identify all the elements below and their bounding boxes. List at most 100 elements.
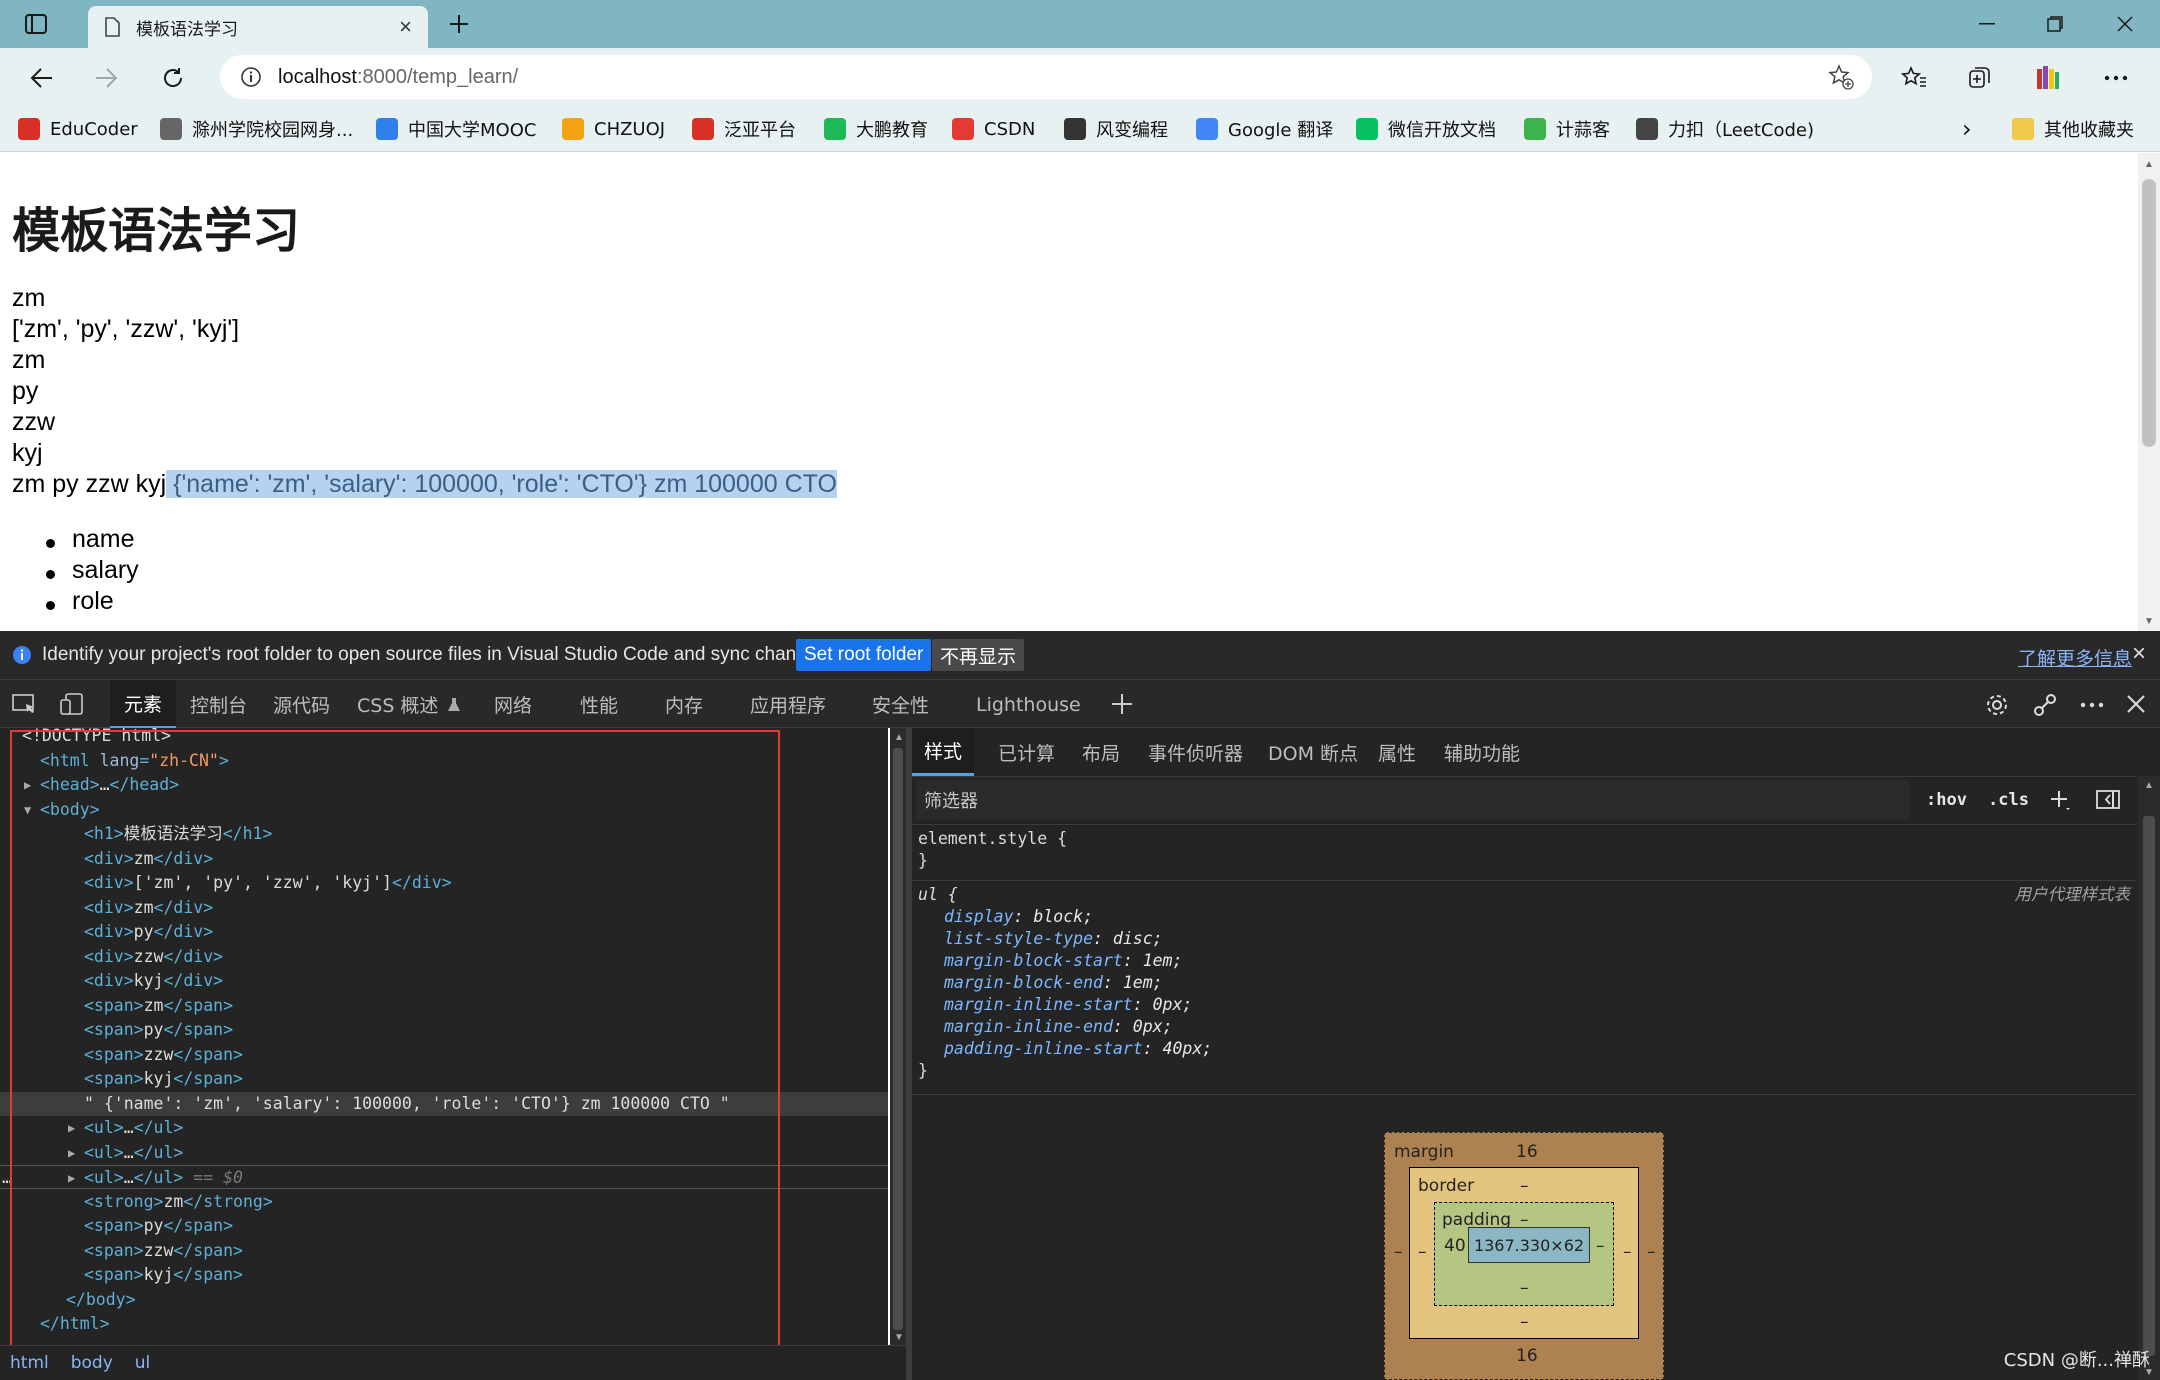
css-declaration[interactable]: margin-block-end: 1em; — [944, 972, 1163, 994]
dom-node[interactable]: ▶ <ul>…</ul> == $0… — [0, 1165, 888, 1189]
dom-node[interactable]: <div>zm</div> — [0, 896, 888, 920]
expand-arrow-icon[interactable]: ▶ — [68, 1166, 75, 1190]
tab-performance[interactable]: 性能 — [580, 680, 618, 729]
breadcrumb-ul[interactable]: ul — [135, 1353, 151, 1373]
dom-node[interactable]: ▶ <ul>…</ul> — [0, 1116, 888, 1140]
dom-node[interactable]: </html> — [0, 1312, 888, 1336]
collapse-arrow-icon[interactable]: ▼ — [24, 798, 31, 822]
border-top-value[interactable]: – — [1520, 1176, 1529, 1196]
page-scrollbar-thumb[interactable] — [2142, 179, 2156, 447]
rule-origin[interactable]: 用户代理样式表 — [1738, 884, 2131, 906]
margin-bottom-value[interactable]: 16 — [1516, 1346, 1538, 1366]
toggle-sidebar-icon[interactable] — [2096, 780, 2120, 820]
collections-button[interactable] — [1960, 58, 2000, 98]
refresh-button[interactable] — [153, 58, 193, 98]
margin-left-value[interactable]: – — [1394, 1242, 1403, 1262]
element-style-selector[interactable]: element.style { — [918, 828, 1067, 850]
hov-toggle[interactable]: :hov — [1926, 780, 1967, 820]
info-icon[interactable] — [240, 66, 262, 88]
favorite-item[interactable]: CHZUOJ — [562, 106, 665, 152]
padding-left-value[interactable]: 40 — [1444, 1236, 1466, 1256]
set-root-folder-button[interactable]: Set root folder — [796, 639, 932, 671]
minimize-button[interactable] — [1964, 8, 2010, 40]
page-scrollbar[interactable]: ▲ ▼ — [2138, 153, 2160, 631]
tab-computed[interactable]: 已计算 — [998, 728, 1055, 776]
browser-tab[interactable]: 模板语法学习 × — [88, 6, 428, 48]
tab-sources[interactable]: 源代码 — [273, 680, 330, 729]
favorite-item[interactable]: 大鹏教育 — [824, 106, 928, 152]
margin-top-value[interactable]: 16 — [1516, 1142, 1538, 1162]
dom-node[interactable]: <!DOCTYPE html> — [0, 728, 888, 748]
new-tab-button[interactable] — [436, 8, 482, 40]
tab-lighthouse[interactable]: Lighthouse — [976, 680, 1081, 729]
settings-gear-icon[interactable] — [1984, 692, 2010, 718]
close-window-button[interactable] — [2102, 8, 2148, 40]
back-button[interactable] — [22, 58, 62, 98]
border-left-value[interactable]: – — [1418, 1242, 1427, 1262]
cls-toggle[interactable]: .cls — [1988, 780, 2029, 820]
tab-properties[interactable]: 属性 — [1378, 728, 1416, 776]
dom-node[interactable]: <strong>zm</strong> — [0, 1190, 888, 1214]
tab-security[interactable]: 安全性 — [872, 680, 929, 729]
tab-layout[interactable]: 布局 — [1082, 728, 1120, 776]
favorite-item[interactable]: 风变编程 — [1064, 106, 1168, 152]
box-model-content[interactable]: 1367.330×62 — [1468, 1227, 1590, 1263]
tab-event-listeners[interactable]: 事件侦听器 — [1148, 728, 1243, 776]
close-devtools-icon[interactable] — [2126, 694, 2146, 714]
border-bottom-value[interactable]: – — [1520, 1312, 1529, 1332]
inspect-element-icon[interactable] — [12, 692, 38, 716]
dom-node[interactable]: <span>zzw</span> — [0, 1043, 888, 1067]
tab-elements[interactable]: 元素 — [110, 680, 177, 729]
dom-node[interactable]: <div>['zm', 'py', 'zzw', 'kyj']</div> — [0, 871, 888, 895]
favorite-item[interactable]: 泛亚平台 — [692, 106, 796, 152]
dom-node[interactable]: <html lang="zh-CN"> — [0, 749, 888, 773]
devtools-more-icon[interactable] — [2080, 702, 2104, 708]
expand-arrow-icon[interactable]: ▶ — [68, 1141, 75, 1165]
dom-node[interactable]: <span>kyj</span> — [0, 1263, 888, 1287]
tab-actions-icon[interactable] — [14, 8, 58, 40]
more-tools-icon[interactable] — [1110, 692, 1134, 716]
padding-bottom-value[interactable]: – — [1520, 1278, 1529, 1298]
dom-node[interactable]: <div>py</div> — [0, 920, 888, 944]
dont-show-again-button[interactable]: 不再显示 — [932, 639, 1025, 671]
tab-memory[interactable]: 内存 — [665, 680, 703, 729]
styles-scrollbar[interactable]: ▲ ▼ — [2138, 776, 2160, 1380]
dom-node[interactable]: <span>kyj</span> — [0, 1067, 888, 1091]
address-bar[interactable]: localhost:8000/temp_learn/ — [220, 55, 1872, 99]
forward-button[interactable] — [86, 58, 126, 98]
dom-node[interactable]: <div>zm</div> — [0, 847, 888, 871]
elements-scrollbar-thumb[interactable] — [893, 748, 903, 1330]
learn-more-link[interactable]: 了解更多信息 — [2018, 644, 2132, 671]
close-infobar-icon[interactable]: × — [2132, 640, 2146, 668]
styles-scrollbar-thumb[interactable] — [2143, 816, 2155, 1356]
ul-rule-selector[interactable]: ul { — [918, 884, 958, 906]
dom-node[interactable]: </body> — [0, 1288, 888, 1312]
dom-node[interactable]: " {'name': 'zm', 'salary': 100000, 'role… — [0, 1091, 888, 1116]
dom-node[interactable]: ▶ <ul>…</ul> — [0, 1141, 888, 1165]
css-declaration[interactable]: margin-inline-start: 0px; — [944, 994, 1192, 1016]
dom-node[interactable]: <h1>模板语法学习</h1> — [0, 822, 888, 846]
favorites-button[interactable] — [1894, 58, 1934, 98]
css-declaration[interactable]: margin-block-start: 1em; — [944, 950, 1182, 972]
tab-dom-breakpoints[interactable]: DOM 断点 — [1268, 728, 1358, 776]
restore-button[interactable] — [2032, 8, 2078, 40]
dom-node[interactable]: <span>py</span> — [0, 1214, 888, 1238]
dom-node[interactable]: <span>zm</span> — [0, 994, 888, 1018]
dom-node[interactable]: <span>zzw</span> — [0, 1239, 888, 1263]
tab-styles[interactable]: 样式 — [912, 728, 975, 776]
dom-node[interactable]: <div>kyj</div> — [0, 969, 888, 993]
connect-icon[interactable] — [2032, 692, 2058, 718]
favorite-item[interactable]: CSDN — [952, 106, 1035, 152]
breadcrumb-html[interactable]: html — [10, 1353, 49, 1373]
other-favorites-folder[interactable]: 其他收藏夹 — [2012, 106, 2134, 152]
tab-css-overview[interactable]: CSS 概述 — [357, 680, 462, 729]
css-declaration[interactable]: display: block; — [944, 906, 1093, 928]
close-tab-icon[interactable]: × — [399, 14, 412, 40]
tab-console[interactable]: 控制台 — [190, 680, 247, 729]
add-favorite-icon[interactable] — [1828, 64, 1854, 90]
border-right-value[interactable]: – — [1623, 1242, 1632, 1262]
selected-node-dots-icon[interactable]: … — [2, 1166, 12, 1190]
favorite-item[interactable]: EduCoder — [18, 106, 138, 152]
elements-tree[interactable]: <!DOCTYPE html> <html lang="zh-CN"> ▶ <head… — [0, 728, 888, 1345]
tab-application[interactable]: 应用程序 — [750, 680, 826, 729]
